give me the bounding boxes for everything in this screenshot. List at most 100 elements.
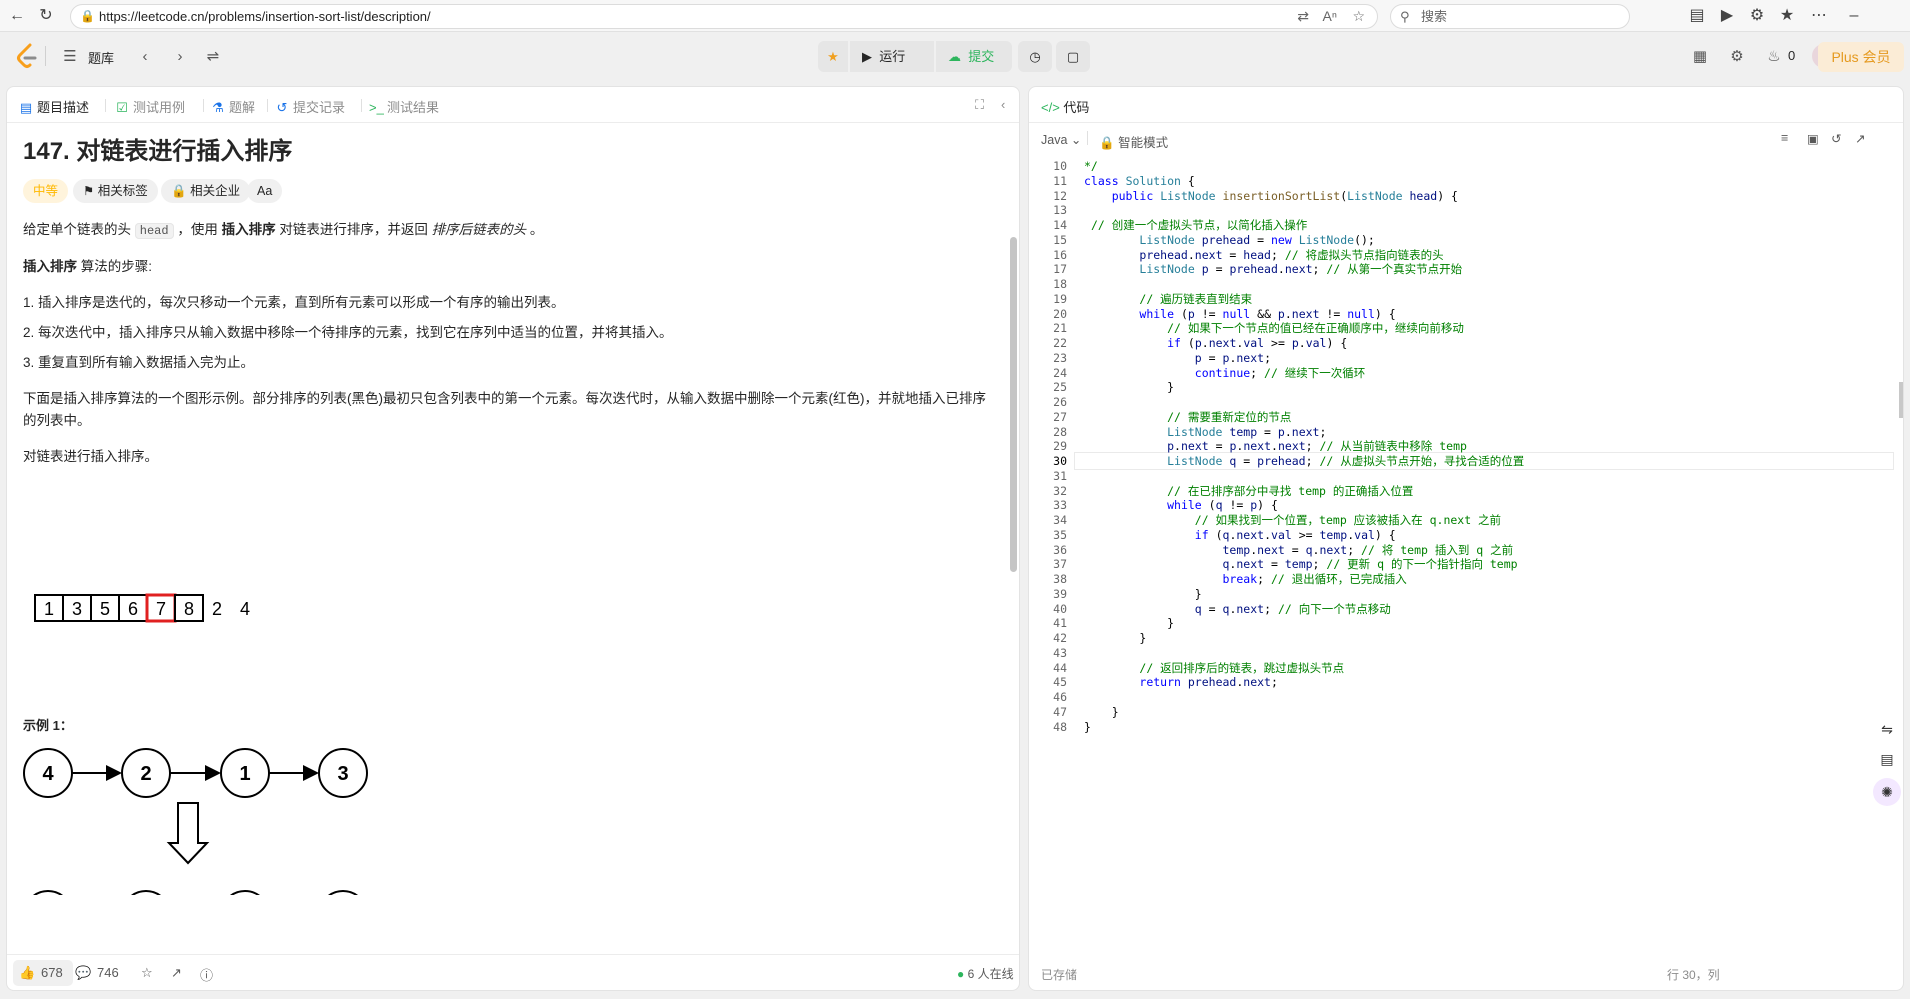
ai-assistant-icon[interactable]: ⇋ bbox=[1873, 715, 1901, 743]
code-tabs: </> 代码 bbox=[1029, 87, 1903, 123]
menu-dots-icon[interactable]: ⋯ bbox=[1810, 7, 1828, 25]
step-item: 1. 插入排序是迭代的，每次只移动一个元素，直到所有元素可以形成一个有序的输出列… bbox=[23, 295, 565, 310]
tab-solutions[interactable]: ⚗ 题解 bbox=[211, 97, 255, 116]
next-problem-icon[interactable]: › bbox=[170, 47, 190, 67]
tab-test-result[interactable]: >_ 测试结果 bbox=[369, 97, 439, 116]
text: 给定单个链表的头 bbox=[23, 222, 135, 237]
tab-testcases[interactable]: ☑ 测试用例 bbox=[115, 97, 185, 116]
prev-problem-icon[interactable]: ‹ bbox=[135, 47, 155, 67]
copilot-icon[interactable]: ✺ bbox=[1873, 778, 1901, 806]
leetcode-logo-icon[interactable] bbox=[16, 43, 38, 69]
reload-icon[interactable]: ↻ bbox=[37, 7, 55, 25]
format-icon[interactable]: ≡ bbox=[1781, 131, 1788, 145]
code-editor[interactable]: 10 */11 class Solution {12 public ListNode… bbox=[1029, 157, 1903, 939]
anim-value: 3 bbox=[72, 599, 82, 619]
checkbox-icon: ☑ bbox=[116, 100, 128, 115]
node-circle bbox=[131, 890, 161, 895]
settings-gear-icon[interactable]: ⚙ bbox=[1727, 47, 1747, 67]
run-button[interactable]: ▶ 运行 bbox=[850, 41, 934, 72]
bookmark-icon[interactable]: ▣ bbox=[1807, 131, 1819, 146]
companies-tag-button[interactable]: 🔒 相关企业 bbox=[161, 179, 251, 203]
submit-button[interactable]: ☁ 提交 bbox=[936, 41, 1012, 72]
problem-list-link[interactable]: 题库 bbox=[88, 48, 114, 67]
lock-icon: 🔒 bbox=[171, 184, 187, 198]
cursor-position: 行 30，列 bbox=[1667, 968, 1720, 982]
alarm-icon: ◷ bbox=[1029, 49, 1041, 64]
top-nav: ☰ 题库 ‹ › ⇌ ★ ▶ 运行 ☁ 提交 ◷ ▢ ▦ ⚙ ♨ 0 Plus … bbox=[0, 33, 1910, 80]
node-circle bbox=[328, 890, 358, 895]
paragraph: 插入排序 算法的步骤: bbox=[23, 256, 991, 278]
code-line[interactable]: public ListNode insertionSortList(ListNo… bbox=[1084, 187, 1458, 205]
search-placeholder: 搜索 bbox=[1421, 9, 1448, 24]
favorite-star-icon[interactable]: ☆ bbox=[1352, 5, 1365, 28]
terminal-icon: >_ bbox=[369, 100, 384, 115]
tab-label: 代码 bbox=[1063, 100, 1090, 115]
book-icon[interactable]: ▤ bbox=[1873, 745, 1901, 773]
share-icon[interactable]: ↗ bbox=[171, 965, 182, 981]
tab-label: 题解 bbox=[229, 100, 256, 115]
bug-icon: ★ bbox=[827, 49, 839, 64]
paragraph: 对链表进行插入排序。 bbox=[23, 449, 158, 464]
topics-tag-button[interactable]: ⚑ 相关标签 bbox=[73, 179, 158, 203]
tag-label: 相关企业 bbox=[190, 184, 241, 198]
browser-search-input[interactable]: ⚲ 搜索 bbox=[1390, 4, 1630, 29]
code-panel: </> 代码 Java ⌄ 🔒 智能模式 ≡ ▣ ↺ ↗ 10 */11 class… bbox=[1028, 86, 1904, 991]
scrollbar[interactable] bbox=[1010, 237, 1017, 572]
help-icon[interactable]: ⓘ bbox=[200, 965, 213, 984]
code-line[interactable]: } bbox=[1084, 718, 1091, 736]
anim-value: 6 bbox=[128, 599, 138, 619]
code-line[interactable]: } bbox=[1084, 378, 1174, 396]
code-brackets-icon: </> bbox=[1041, 100, 1060, 115]
collections-icon[interactable]: ▤ bbox=[1688, 7, 1706, 25]
collapse-panel-icon[interactable]: ‹ bbox=[1001, 97, 1005, 112]
layout-grid-icon[interactable]: ▦ bbox=[1690, 47, 1710, 67]
shuffle-icon[interactable]: ⇌ bbox=[203, 47, 223, 67]
notes-button[interactable]: ▢ bbox=[1056, 41, 1090, 72]
play-icon: ▶ bbox=[862, 49, 872, 64]
tab-code[interactable]: </> 代码 bbox=[1041, 97, 1089, 116]
streak-count: 0 bbox=[1788, 48, 1796, 63]
media-play-icon[interactable]: ▶ bbox=[1718, 7, 1736, 25]
language-select[interactable]: Java ⌄ bbox=[1041, 132, 1081, 147]
plus-member-button[interactable]: Plus 会员 bbox=[1818, 42, 1904, 72]
anim-value: 5 bbox=[100, 599, 110, 619]
smart-mode-toggle[interactable]: 🔒 智能模式 bbox=[1099, 132, 1168, 151]
anim-value: 7 bbox=[156, 599, 166, 619]
tab-submissions[interactable]: ↺ 提交记录 bbox=[275, 97, 345, 116]
translate-font-button[interactable]: Aa bbox=[247, 179, 283, 203]
list-icon[interactable]: ☰ bbox=[60, 47, 80, 67]
fullscreen-icon[interactable]: ⛶ bbox=[975, 97, 984, 113]
code-line[interactable]: } bbox=[1084, 629, 1146, 647]
insertion-sort-animation: 13567824 bbox=[34, 593, 250, 623]
address-bar[interactable]: 🔒 https://leetcode.cn/problems/insertion… bbox=[70, 4, 1378, 29]
comment-count[interactable]: 746 bbox=[97, 965, 119, 980]
bold-text: 插入排序 bbox=[221, 222, 276, 237]
tab-description[interactable]: ▤ 题目描述 bbox=[19, 97, 89, 116]
favorites-icon[interactable]: ★ bbox=[1778, 7, 1796, 25]
reset-icon[interactable]: ↺ bbox=[1831, 131, 1841, 146]
chevron-down-icon: ⌄ bbox=[1070, 133, 1082, 147]
code-line[interactable]: ListNode p = prehead.next; // 从第一个真实节点开始 bbox=[1084, 260, 1462, 278]
timer-button[interactable]: ◷ bbox=[1018, 41, 1052, 72]
read-aloud-icon[interactable]: Aⁿ bbox=[1323, 5, 1337, 28]
difficulty-badge[interactable]: 中等 bbox=[23, 179, 69, 203]
fire-icon[interactable]: ♨ bbox=[1764, 47, 1784, 67]
anim-pending-value: 4 bbox=[240, 599, 250, 619]
expand-icon[interactable]: ↗ bbox=[1855, 131, 1865, 146]
editor-toolbar: Java ⌄ 🔒 智能模式 ≡ ▣ ↺ ↗ bbox=[1029, 123, 1903, 155]
code-line[interactable]: return prehead.next; bbox=[1084, 673, 1278, 691]
minimize-icon[interactable]: – bbox=[1845, 7, 1863, 25]
debug-button[interactable]: ★ bbox=[818, 41, 848, 72]
submit-label: 提交 bbox=[968, 49, 995, 64]
online-dot-icon: ● bbox=[957, 967, 965, 981]
comment-icon[interactable]: 💬 bbox=[75, 965, 91, 981]
run-label: 运行 bbox=[879, 49, 906, 64]
divider bbox=[1087, 131, 1088, 145]
code-line[interactable]: ListNode q = prehead; // 从虚拟头节点开始，寻找合适的位… bbox=[1084, 452, 1524, 470]
inline-code: head bbox=[134, 223, 174, 239]
extensions-icon[interactable]: ⚙ bbox=[1748, 7, 1766, 25]
star-icon[interactable]: ☆ bbox=[141, 965, 153, 981]
back-icon[interactable]: ← bbox=[8, 7, 26, 25]
editor-scrollbar[interactable] bbox=[1899, 382, 1903, 418]
translate-icon[interactable]: ⇄ bbox=[1297, 5, 1309, 28]
